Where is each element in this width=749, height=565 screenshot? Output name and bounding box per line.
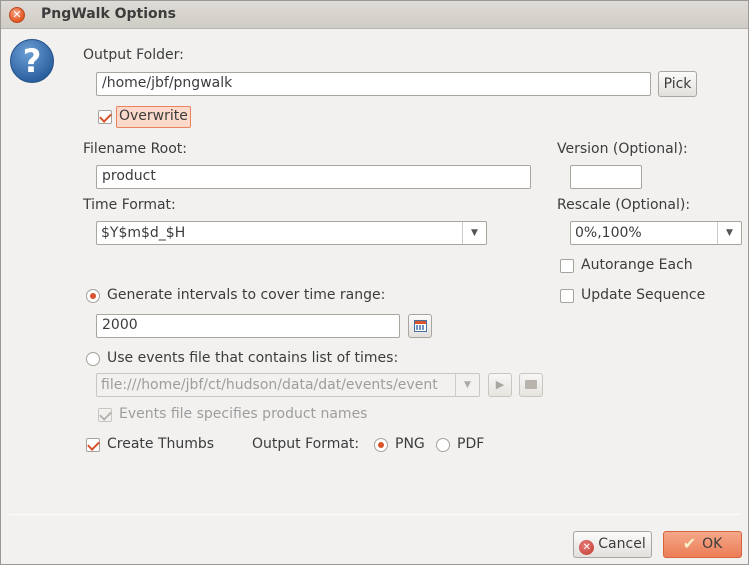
output-folder-input[interactable]: /home/jbf/pngwalk xyxy=(96,72,651,96)
cancel-icon: ✕ xyxy=(579,540,595,555)
time-format-combo[interactable]: $Y$m$d_$H ▼ xyxy=(96,221,487,245)
checkmark-icon: ✔ xyxy=(682,534,697,553)
version-input[interactable] xyxy=(570,165,642,189)
title-bar: ✕ PngWalk Options xyxy=(1,1,748,29)
overwrite-checkbox[interactable] xyxy=(98,110,112,124)
question-icon: ? xyxy=(10,39,54,83)
autorange-each-checkbox[interactable] xyxy=(560,259,574,273)
play-icon[interactable]: ▶ xyxy=(488,373,512,397)
time-range-input[interactable]: 2000 xyxy=(96,314,400,338)
png-radio[interactable] xyxy=(374,438,388,452)
rescale-value: 0%,100% xyxy=(575,225,642,241)
generate-intervals-radio[interactable] xyxy=(86,289,100,303)
cancel-label: Cancel xyxy=(598,536,646,552)
dialog-window: ✕ PngWalk Options ? Output Folder: /home… xyxy=(0,0,749,565)
filename-root-label: Filename Root: xyxy=(83,141,188,157)
window-title: PngWalk Options xyxy=(41,6,176,22)
close-icon[interactable]: ✕ xyxy=(9,7,25,23)
pdf-label: PDF xyxy=(457,436,485,452)
create-thumbs-checkbox[interactable] xyxy=(86,438,100,452)
chevron-down-icon[interactable]: ▼ xyxy=(462,222,486,244)
events-file-radio[interactable] xyxy=(86,352,100,366)
output-format-label: Output Format: xyxy=(252,436,360,452)
filename-root-input[interactable]: product xyxy=(96,165,531,189)
pick-button[interactable]: Pick xyxy=(658,71,697,97)
chevron-down-icon[interactable]: ▼ xyxy=(717,222,741,244)
rescale-label: Rescale (Optional): xyxy=(557,197,691,213)
update-sequence-label: Update Sequence xyxy=(581,287,706,303)
cancel-button[interactable]: ✕ Cancel xyxy=(573,531,652,558)
output-folder-label: Output Folder: xyxy=(83,47,184,63)
generate-intervals-label: Generate intervals to cover time range: xyxy=(107,287,386,303)
events-file-label: Use events file that contains list of ti… xyxy=(107,350,399,366)
product-names-checkbox[interactable] xyxy=(98,408,112,422)
events-file-combo[interactable]: file:///home/jbf/ct/hudson/data/dat/even… xyxy=(96,373,480,397)
png-label: PNG xyxy=(395,436,425,452)
separator xyxy=(9,514,740,515)
events-file-value: file:///home/jbf/ct/hudson/data/dat/even… xyxy=(101,377,438,393)
version-label: Version (Optional): xyxy=(557,141,688,157)
ok-label: OK xyxy=(702,536,723,552)
calendar-icon[interactable] xyxy=(408,314,432,338)
product-names-label: Events file specifies product names xyxy=(119,406,368,422)
rescale-combo[interactable]: 0%,100% ▼ xyxy=(570,221,742,245)
time-format-value: $Y$m$d_$H xyxy=(101,225,186,241)
ok-button[interactable]: ✔ OK xyxy=(663,531,742,558)
overwrite-label: Overwrite xyxy=(119,108,188,124)
folder-icon[interactable] xyxy=(519,373,543,397)
pdf-radio[interactable] xyxy=(436,438,450,452)
update-sequence-checkbox[interactable] xyxy=(560,289,574,303)
create-thumbs-label: Create Thumbs xyxy=(107,436,215,452)
time-format-label: Time Format: xyxy=(83,197,176,213)
chevron-down-icon[interactable]: ▼ xyxy=(455,374,479,396)
autorange-each-label: Autorange Each xyxy=(581,257,693,273)
